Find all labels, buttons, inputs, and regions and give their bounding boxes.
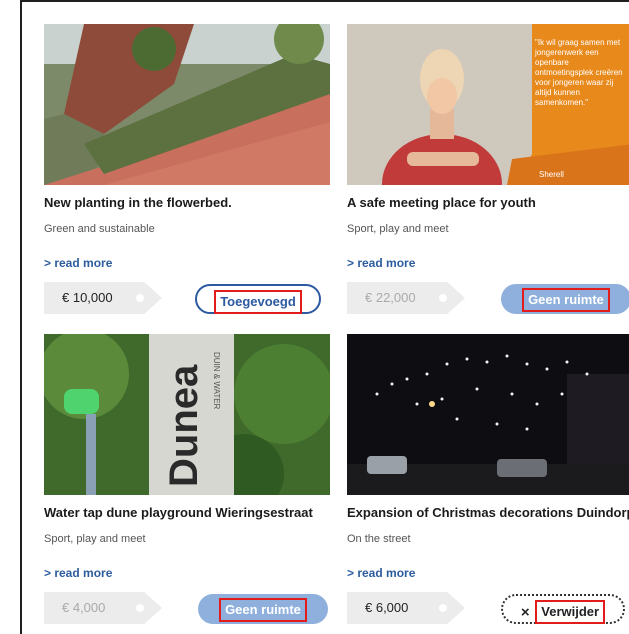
read-more-link[interactable]: > read more (347, 566, 415, 580)
image-quote: "Ik wil graag samen met jongerenwerk een… (535, 38, 623, 107)
project-card: Dunea DUIN & WATER Water tap dune playgr… (44, 334, 330, 634)
project-card: New planting in the flowerbed. Green and… (44, 24, 330, 324)
project-image-flowerbed[interactable] (44, 24, 330, 185)
project-title[interactable]: New planting in the flowerbed. (44, 195, 232, 210)
price-tag: € 10,000 (44, 282, 162, 314)
project-image-youth[interactable]: "Ik wil graag samen met jongerenwerk een… (347, 24, 629, 185)
project-category: On the street (347, 533, 411, 545)
project-category: Sport, play and meet (44, 533, 146, 545)
price-value: € 4,000 (62, 600, 106, 615)
project-image-water-tap[interactable]: Dunea DUIN & WATER (44, 334, 330, 495)
image-caption-name: Sherell (539, 170, 564, 179)
dot-icon (136, 294, 144, 302)
project-card: "Ik wil graag samen met jongerenwerk een… (347, 24, 629, 324)
dot-icon (439, 604, 447, 612)
price-value: € 10,000 (62, 290, 113, 305)
project-title[interactable]: Water tap dune playground Wieringsestraa… (44, 505, 313, 520)
project-title[interactable]: Expansion of Christmas decorations Duind… (347, 505, 629, 520)
read-more-link[interactable]: > read more (44, 256, 112, 270)
price-value: € 22,000 (365, 290, 416, 305)
read-more-link[interactable]: > read more (44, 566, 112, 580)
read-more-link[interactable]: > read more (347, 256, 415, 270)
price-tag: € 4,000 (44, 592, 162, 624)
button-label: Geen ruimte (219, 598, 307, 622)
close-icon: × (520, 604, 530, 622)
remove-button[interactable]: × Verwijder (501, 594, 625, 624)
project-card: Expansion of Christmas decorations Duind… (347, 334, 629, 634)
added-button[interactable]: Toegevoegd (195, 284, 321, 314)
project-title[interactable]: A safe meeting place for youth (347, 195, 536, 210)
price-value: € 6,000 (365, 600, 409, 615)
no-room-button[interactable]: Geen ruimte (198, 594, 328, 624)
price-tag: € 22,000 (347, 282, 465, 314)
dot-icon (439, 294, 447, 302)
price-tag: € 6,000 (347, 592, 465, 624)
project-image-christmas[interactable] (347, 334, 629, 495)
project-category: Sport, play and meet (347, 223, 449, 235)
project-grid: New planting in the flowerbed. Green and… (20, 0, 629, 634)
no-room-button[interactable]: Geen ruimte (501, 284, 629, 314)
project-category: Green and sustainable (44, 223, 155, 235)
image-sign-sub: DUIN & WATER (212, 352, 221, 410)
dot-icon (136, 604, 144, 612)
button-label: Toegevoegd (214, 290, 302, 314)
button-label: Verwijder (535, 600, 606, 624)
button-label: Geen ruimte (522, 288, 610, 312)
